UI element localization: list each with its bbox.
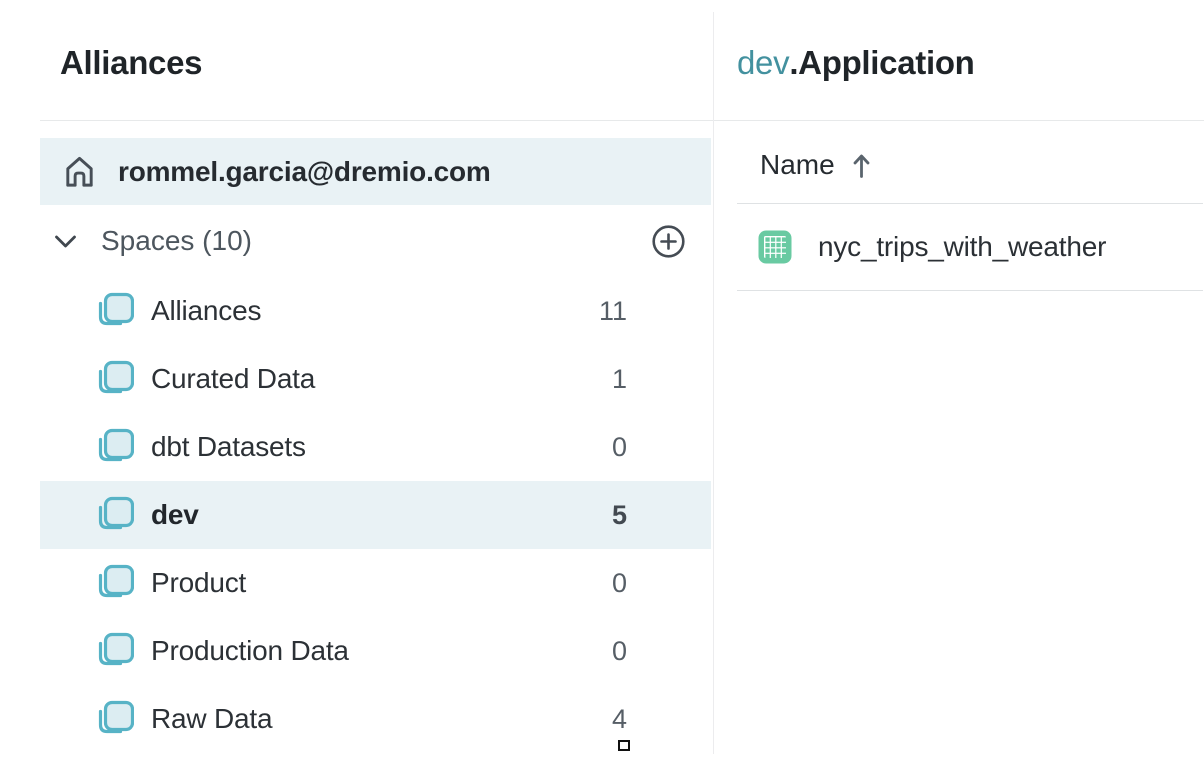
add-space-button[interactable] [650, 223, 686, 259]
space-count: 11 [599, 296, 627, 327]
dataset-name: nyc_trips_with_weather [818, 231, 1106, 263]
space-name: Product [151, 567, 246, 599]
space-row-dbt-datasets[interactable]: dbt Datasets 0 [40, 413, 711, 481]
space-name: dev [151, 499, 199, 531]
space-icon [94, 631, 134, 671]
space-icon [94, 495, 134, 535]
plus-circle-icon [651, 224, 686, 259]
space-name: Alliances [151, 295, 261, 327]
panel-divider [713, 12, 714, 754]
space-name: Raw Data [151, 703, 272, 735]
space-count: 4 [612, 704, 627, 735]
space-list: Alliances 11 Curated Data 1 [40, 277, 711, 753]
space-row-alliances[interactable]: Alliances 11 [40, 277, 711, 345]
space-name: Production Data [151, 635, 349, 667]
space-icon [94, 359, 134, 399]
arrow-up-icon [851, 152, 872, 179]
dataset-table-icon [758, 230, 792, 264]
space-count: 0 [612, 568, 627, 599]
space-count: 1 [612, 364, 627, 395]
space-row-production-data[interactable]: Production Data 0 [40, 617, 711, 685]
breadcrumb-space-link[interactable]: dev [737, 44, 789, 81]
space-icon [94, 563, 134, 603]
space-icon [94, 291, 134, 331]
sidebar-title: Alliances [60, 44, 202, 82]
space-row-curated-data[interactable]: Curated Data 1 [40, 345, 711, 413]
table-row-divider [737, 290, 1203, 291]
spaces-section-label: Spaces (10) [101, 225, 252, 257]
space-row-raw-data[interactable]: Raw Data 4 [40, 685, 711, 753]
spaces-section-header[interactable]: Spaces (10) [40, 210, 711, 272]
space-row-dev[interactable]: dev 5 [40, 481, 711, 549]
name-column-header[interactable]: Name [760, 145, 872, 185]
home-icon [61, 153, 98, 190]
home-user-item[interactable]: rommel.garcia@dremio.com [40, 138, 711, 205]
space-icon [94, 699, 134, 739]
header-divider [40, 120, 1204, 121]
dremio-catalog-screen: Alliances rommel.garcia@dremio.com Space… [0, 0, 1204, 770]
user-email: rommel.garcia@dremio.com [118, 156, 491, 188]
space-count: 0 [612, 432, 627, 463]
dataset-row[interactable]: nyc_trips_with_weather [737, 204, 1203, 290]
space-row-product[interactable]: Product 0 [40, 549, 711, 617]
name-column-label: Name [760, 149, 835, 181]
space-name: Curated Data [151, 363, 315, 395]
stray-square-marker [618, 740, 630, 751]
breadcrumb: dev.Application [737, 44, 975, 82]
space-icon [94, 427, 134, 467]
space-name: dbt Datasets [151, 431, 306, 463]
space-count: 0 [612, 636, 627, 667]
breadcrumb-entity: .Application [789, 44, 974, 81]
chevron-down-icon[interactable] [54, 234, 77, 249]
space-count: 5 [612, 500, 627, 531]
